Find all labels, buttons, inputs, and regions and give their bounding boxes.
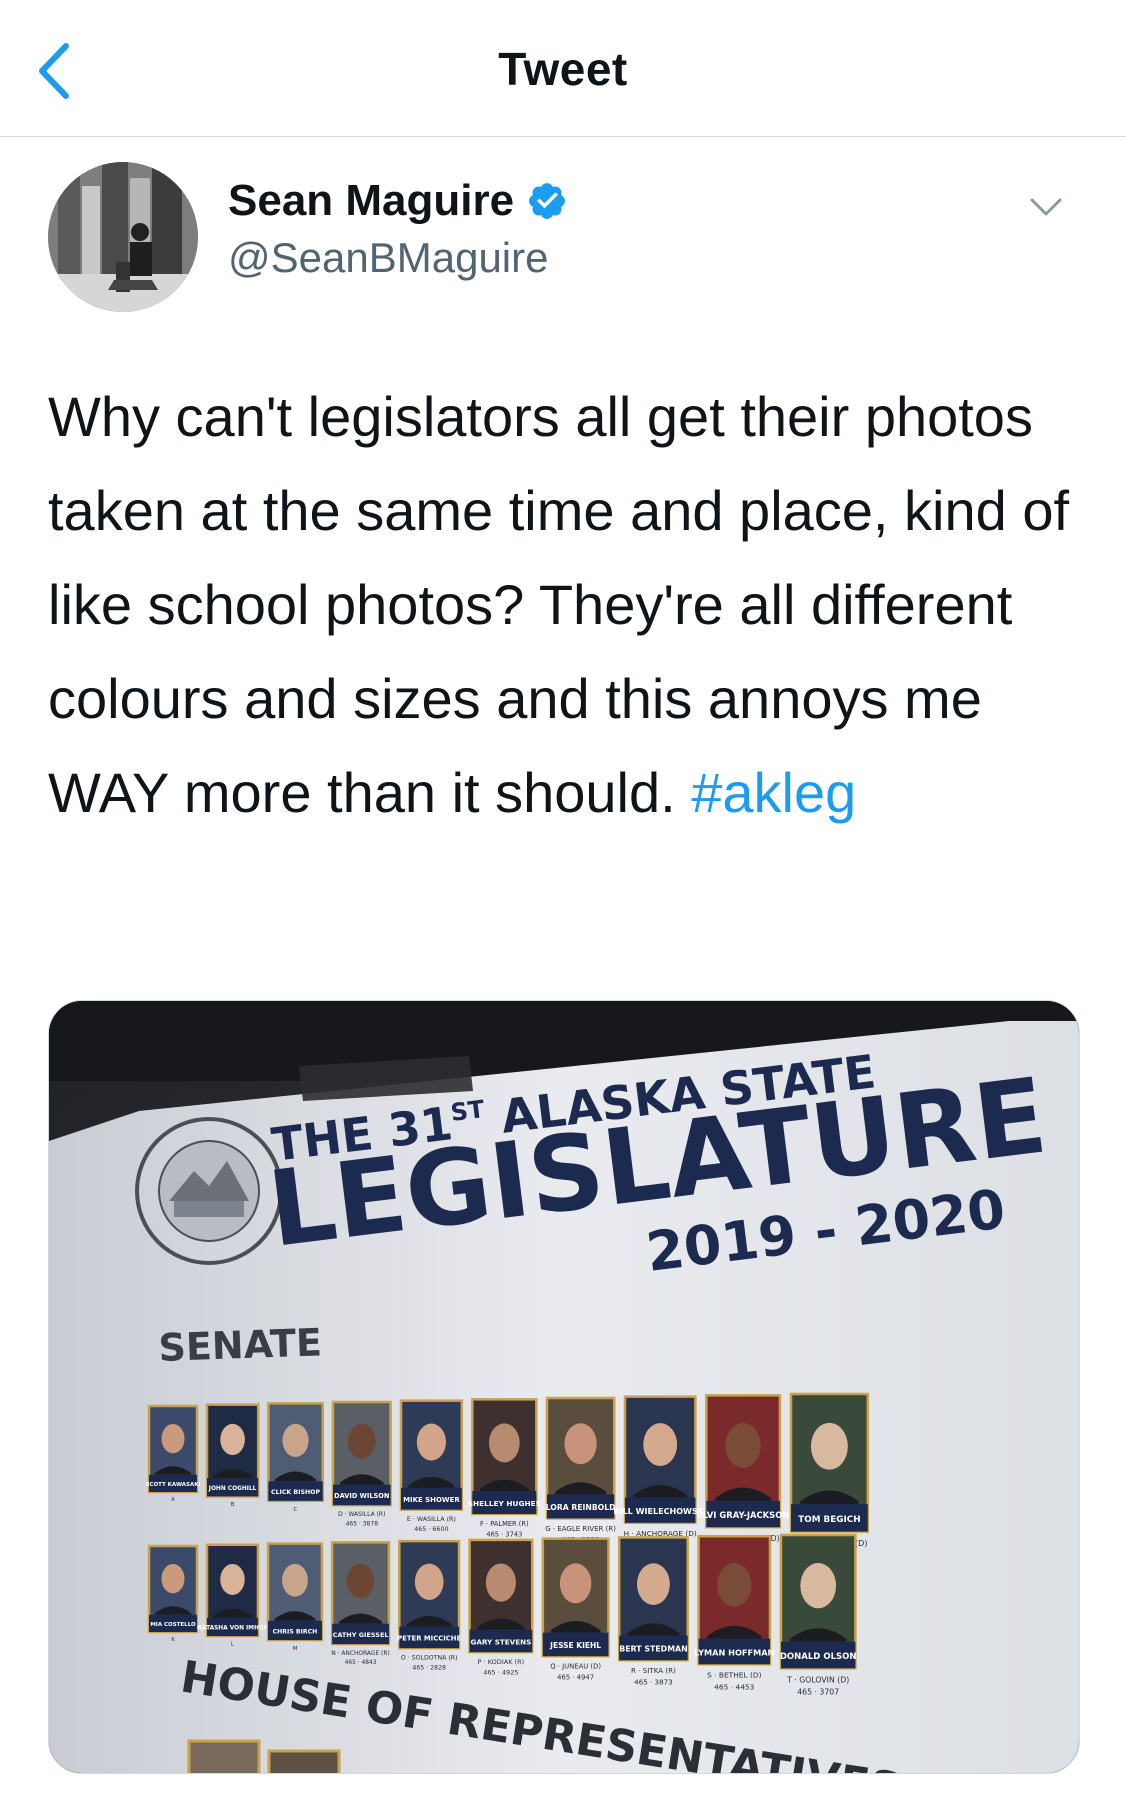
- senator-name: MIA COSTELLO: [150, 1622, 196, 1628]
- tweet-author: Sean Maguire @SeanBMaguire: [48, 162, 1086, 312]
- senator-phone: 465 · 4925: [483, 1668, 518, 1676]
- tweet-text: Why can't legislators all get their phot…: [48, 370, 1088, 840]
- senator-face: [564, 1423, 597, 1465]
- senator-district: F · PALMER (R): [480, 1520, 529, 1528]
- senator-card: JOHN COGHILL B: [205, 1403, 260, 1508]
- senator-district: N · ANCHORAGE (R): [331, 1651, 389, 1657]
- senator-phone: 465 · 3878: [346, 1521, 379, 1528]
- section-senate: SENATE: [158, 1320, 323, 1370]
- senator-district: T · GOLOVIN (D): [786, 1675, 849, 1684]
- senator-name: SHELLEY HUGHES: [468, 1499, 541, 1508]
- senator-face: [810, 1422, 848, 1470]
- senator-district: R · SITKA (R): [631, 1666, 676, 1675]
- senator-district: P · KODIAK (R): [478, 1658, 525, 1666]
- senator-face: [717, 1563, 752, 1607]
- senator-name: ELVI GRAY-JACKSON: [697, 1510, 790, 1520]
- top-nav-bar: Tweet: [0, 0, 1126, 137]
- senator-face: [220, 1563, 245, 1595]
- senator-face: [416, 1423, 446, 1461]
- senator-district: A: [171, 1497, 175, 1503]
- hashtag-link[interactable]: #akleg: [691, 761, 856, 824]
- senator-card: MIA COSTELLOK: [147, 1544, 199, 1643]
- senator-name: CHRIS BIRCH: [273, 1628, 318, 1635]
- senator-district: C: [294, 1507, 298, 1513]
- senator-district: E · WASILLA (R): [407, 1516, 456, 1523]
- house-photo-partial: [267, 1749, 341, 1773]
- senator-face: [282, 1423, 309, 1457]
- senator-card: CHRIS BIRCH M: [266, 1542, 324, 1652]
- senator-phone: 465 · 4453: [714, 1683, 754, 1692]
- senator-name: NATASHA VON IMHOF: [197, 1626, 268, 1632]
- senator-phone: 465 · 3873: [634, 1678, 673, 1687]
- senator-face: [485, 1563, 516, 1602]
- senator-district: B: [231, 1502, 235, 1508]
- senator-district: O · SOLDOTNA (R): [401, 1654, 458, 1661]
- senator-name: CATHY GIESSEL: [333, 1631, 389, 1639]
- senator-face: [220, 1423, 245, 1456]
- author-name-row: Sean Maguire: [228, 176, 568, 226]
- senator-name: DONALD OLSON: [780, 1652, 857, 1662]
- senator-district: M: [293, 1646, 298, 1652]
- senator-face: [282, 1563, 308, 1597]
- senator-name: MIKE SHOWER: [403, 1496, 460, 1504]
- senator-card: SCOTT KAWASAKI A: [145, 1404, 201, 1503]
- senator-face: [161, 1424, 185, 1454]
- senator-phone: 465 · 2828: [412, 1664, 446, 1671]
- senator-face: [414, 1563, 444, 1600]
- author-name[interactable]: Sean Maguire: [228, 176, 514, 226]
- senator-name: SCOTT KAWASAKI: [145, 1482, 200, 1488]
- verified-badge-icon: [529, 183, 566, 219]
- legislature-sign-photo: THE 31ST ALASKA STATE LEGISLATURE 2019 -…: [49, 1001, 1079, 1773]
- senator-name: JOHN COGHILL: [208, 1486, 257, 1492]
- senator-face: [346, 1563, 375, 1599]
- senator-phone: 465 · 3707: [797, 1688, 839, 1697]
- senator-district: G · EAGLE RIVER (R): [545, 1525, 616, 1533]
- senator-name: BERT STEDMAN: [619, 1645, 687, 1654]
- senator-card: NATASHA VON IMHOF L: [197, 1543, 268, 1648]
- senator-district: L: [231, 1642, 234, 1648]
- user-avatar-photo-icon: [48, 162, 198, 312]
- senator-face: [725, 1423, 761, 1468]
- senator-phone: 465 · 4843: [345, 1660, 377, 1666]
- senator-phone: 465 · 6600: [414, 1526, 448, 1533]
- page-title: Tweet: [498, 43, 628, 95]
- house-photo-partial: [187, 1739, 261, 1773]
- senator-face: [636, 1563, 670, 1605]
- senator-name: TOM BEGICH: [798, 1515, 860, 1525]
- senator-name: LORA REINBOLD: [546, 1503, 616, 1512]
- senator-phone: 465 · 4947: [557, 1673, 594, 1681]
- avatar[interactable]: [48, 162, 198, 312]
- senator-district: Q · JUNEAU (D): [550, 1663, 601, 1671]
- senator-face: [488, 1423, 520, 1463]
- senator-name: LYMAN HOFFMAN: [694, 1647, 774, 1657]
- tweet-media-image[interactable]: THE 31ST ALASKA STATE LEGISLATURE 2019 -…: [48, 1000, 1080, 1774]
- senator-name: JESSE KIEHL: [549, 1641, 601, 1650]
- senator-name: BILL WIELECHOWSKI: [613, 1507, 707, 1516]
- senator-name: PETER MICCICHE: [397, 1635, 461, 1643]
- chevron-down-icon[interactable]: [1026, 192, 1066, 222]
- senator-face: [161, 1564, 185, 1594]
- author-handle[interactable]: @SeanBMaguire: [228, 234, 548, 282]
- senator-face: [559, 1563, 592, 1604]
- tweet-body: Why can't legislators all get their phot…: [48, 385, 1070, 824]
- senator-district: D · WASILLA (R): [338, 1511, 385, 1518]
- senator-name: GARY STEVENS: [470, 1637, 531, 1646]
- senator-face: [800, 1562, 837, 1609]
- senator-name: DAVID WILSON: [334, 1492, 389, 1500]
- senator-face: [347, 1423, 376, 1459]
- senator-district: S · BETHEL (D): [707, 1671, 762, 1680]
- senator-name: CLICK BISHOP: [271, 1489, 320, 1496]
- state-seal: [135, 1117, 283, 1265]
- senator-card: CLICK BISHOP C: [267, 1402, 324, 1513]
- senator-phone: 465 · 3743: [486, 1531, 522, 1539]
- senator-face: [643, 1423, 678, 1467]
